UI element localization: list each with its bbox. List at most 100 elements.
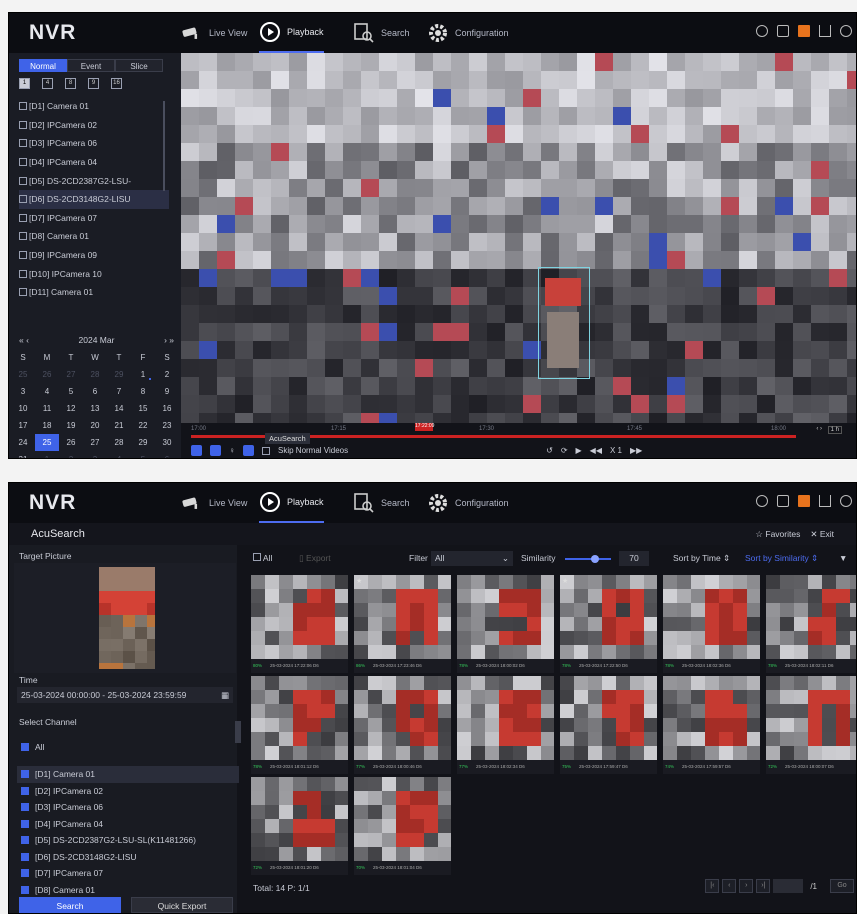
checkbox[interactable] — [21, 852, 29, 861]
exit-button[interactable]: ✕ Exit — [810, 529, 834, 540]
calendar-day[interactable]: 4 — [107, 451, 131, 458]
camera-list-item[interactable]: [D2] IPCamera 02 — [19, 116, 169, 135]
calendar-day[interactable]: 13 — [83, 400, 107, 417]
go-button[interactable]: Go — [830, 879, 854, 893]
nav-playback[interactable]: Playback — [259, 483, 324, 523]
calendar-day[interactable]: 27 — [59, 366, 83, 383]
calendar-day[interactable]: 24 — [11, 434, 35, 451]
result-thumbnail[interactable]: 78% 25-03-2024 18:02:36 D6 — [663, 575, 760, 673]
layout-4-button[interactable]: 4 — [42, 78, 53, 89]
calendar-day[interactable]: 1 — [35, 451, 59, 458]
calendar-day[interactable]: 10 — [11, 400, 35, 417]
tab-normal[interactable]: Normal — [19, 59, 67, 72]
skip-normal-checkbox[interactable] — [262, 446, 270, 455]
calendar-day[interactable]: 11 — [35, 400, 59, 417]
play-icon[interactable]: ▶ — [576, 446, 582, 455]
calendar-day[interactable]: 3 — [11, 383, 35, 400]
calendar-day[interactable]: 3 — [83, 451, 107, 458]
camera-list-item[interactable]: [D6] DS-2CD3148G2-LISU — [19, 189, 169, 209]
calendar-day[interactable]: 18 — [35, 417, 59, 434]
result-thumbnail[interactable]: 80% 25-03-2024 17:22:06 D6 — [251, 575, 348, 673]
result-thumbnail[interactable]: 77% 25-03-2024 18:02:34 D6 — [457, 676, 554, 774]
nav-configuration[interactable]: Configuration — [427, 13, 509, 53]
calendar-day[interactable]: 9 — [155, 383, 179, 400]
calendar-day[interactable]: 31 — [11, 451, 35, 458]
camera-list-item[interactable]: [D4] IPCamera 04 — [19, 153, 169, 172]
person-search-icon[interactable] — [191, 445, 202, 456]
time-range-field[interactable]: 25-03-2024 00:00:00 - 25-03-2024 23:59:5… — [17, 687, 233, 703]
nav-playback[interactable]: Playback — [259, 13, 324, 53]
calendar-day[interactable]: 29 — [107, 366, 131, 383]
nav-configuration[interactable]: Configuration — [427, 483, 509, 523]
quick-export-button[interactable]: Quick Export — [131, 897, 233, 913]
channel-list-item[interactable]: [D3] IPCamera 06 — [17, 799, 239, 816]
checkbox[interactable] — [19, 195, 27, 204]
timeline-zoom[interactable]: 1 h — [827, 426, 842, 434]
calendar-day[interactable]: 7 — [107, 383, 131, 400]
calendar-day[interactable]: 2 — [59, 451, 83, 458]
checkbox[interactable] — [19, 139, 27, 148]
star-icon[interactable]: ★ — [356, 577, 362, 585]
nav-live-view[interactable]: Live View — [181, 13, 247, 53]
camera-list-item[interactable]: [D11] Camera 01 — [19, 283, 169, 302]
checkbox[interactable] — [253, 553, 261, 561]
tab-event[interactable]: Event — [67, 59, 115, 72]
channel-list-item[interactable]: [D5] DS-2CD2387G2-LSU-SL(K11481266) — [17, 832, 239, 849]
fast-forward-icon[interactable]: ▶▶ — [630, 446, 642, 455]
layout-8-button[interactable]: 8 — [65, 78, 76, 89]
nav-search[interactable]: Search — [353, 483, 410, 523]
calendar-day[interactable]: 27 — [83, 434, 107, 451]
result-thumbnail[interactable]: ★ 78% 25-03-2024 17:22:50 D6 — [560, 575, 657, 673]
collapse-handle[interactable] — [235, 721, 241, 743]
checkbox[interactable] — [21, 836, 29, 845]
camera-list-item[interactable]: [D5] DS-2CD2387G2-LSU- — [19, 171, 169, 190]
timeline-nav-arrows[interactable]: ‹ › — [816, 426, 822, 432]
camera-list-item[interactable]: [D10] IPCamera 10 — [19, 264, 169, 283]
select-all-results[interactable]: All — [253, 553, 272, 563]
result-thumbnail[interactable]: 78% 25-03-2024 18:01:12 D6 — [251, 676, 348, 774]
checkbox[interactable] — [21, 743, 29, 752]
calendar-day[interactable]: 21 — [107, 417, 131, 434]
similarity-input[interactable]: 70 — [619, 551, 649, 566]
calendar-day[interactable]: 6 — [155, 451, 179, 458]
result-thumbnail[interactable]: ★ 86% 25-03-2024 17:23:46 D6 — [354, 575, 451, 673]
result-thumbnail[interactable]: 72% 25-03-2024 18:01:20 D6 — [251, 777, 348, 875]
checkbox[interactable] — [19, 158, 27, 167]
result-thumbnail[interactable]: 78% 25-03-2024 18:00:02 D6 — [457, 575, 554, 673]
star-icon[interactable]: ★ — [562, 577, 568, 585]
checkbox[interactable] — [19, 176, 27, 185]
calendar-day[interactable]: 16 — [155, 400, 179, 417]
camera-list-item[interactable]: [D7] IPCamera 07 — [19, 209, 169, 228]
channel-list-item[interactable]: [D6] DS-2CD3148G2-LISU — [17, 849, 239, 866]
notification-icon[interactable] — [777, 25, 789, 37]
calendar-day[interactable]: 12 — [59, 400, 83, 417]
calendar-day[interactable]: 28 — [83, 366, 107, 383]
notification-icon[interactable] — [777, 495, 789, 507]
result-thumbnail[interactable]: 70% 25-03-2024 18:01:04 D6 — [354, 777, 451, 875]
scrollbar[interactable] — [163, 101, 165, 191]
person-detection-box[interactable] — [538, 267, 590, 379]
channel-list-item[interactable]: [D1] Camera 01 — [17, 766, 239, 783]
calendar-icon[interactable]: ▦ — [221, 687, 229, 703]
prev-year-icon[interactable]: « ‹ — [19, 335, 29, 345]
tab-slice[interactable]: Slice — [115, 59, 163, 72]
calendar-day[interactable]: 25 — [11, 366, 35, 383]
calendar-day[interactable]: 23 — [155, 417, 179, 434]
calendar-day[interactable]: 14 — [107, 400, 131, 417]
calendar-day[interactable]: 6 — [83, 383, 107, 400]
checkbox[interactable] — [19, 288, 27, 297]
checkbox[interactable] — [19, 232, 27, 241]
select-all-channels[interactable]: All — [17, 739, 44, 756]
prev-page-button[interactable]: ‹ — [722, 879, 737, 893]
timeline-cursor[interactable]: 17:22:09 — [415, 423, 434, 431]
nav-live-view[interactable]: Live View — [181, 483, 247, 523]
checkbox[interactable] — [21, 770, 29, 779]
calendar-day[interactable]: 5 — [131, 451, 155, 458]
favorites-button[interactable]: ☆ Favorites — [755, 529, 800, 540]
download-icon[interactable] — [819, 25, 831, 37]
download-icon[interactable] — [819, 495, 831, 507]
result-thumbnail[interactable]: 72% 25-03-2024 18:00:07 D6 — [766, 676, 856, 774]
power-icon[interactable] — [840, 25, 852, 37]
filter-select[interactable]: All ⌄ — [431, 551, 513, 566]
page-input[interactable] — [773, 879, 804, 893]
